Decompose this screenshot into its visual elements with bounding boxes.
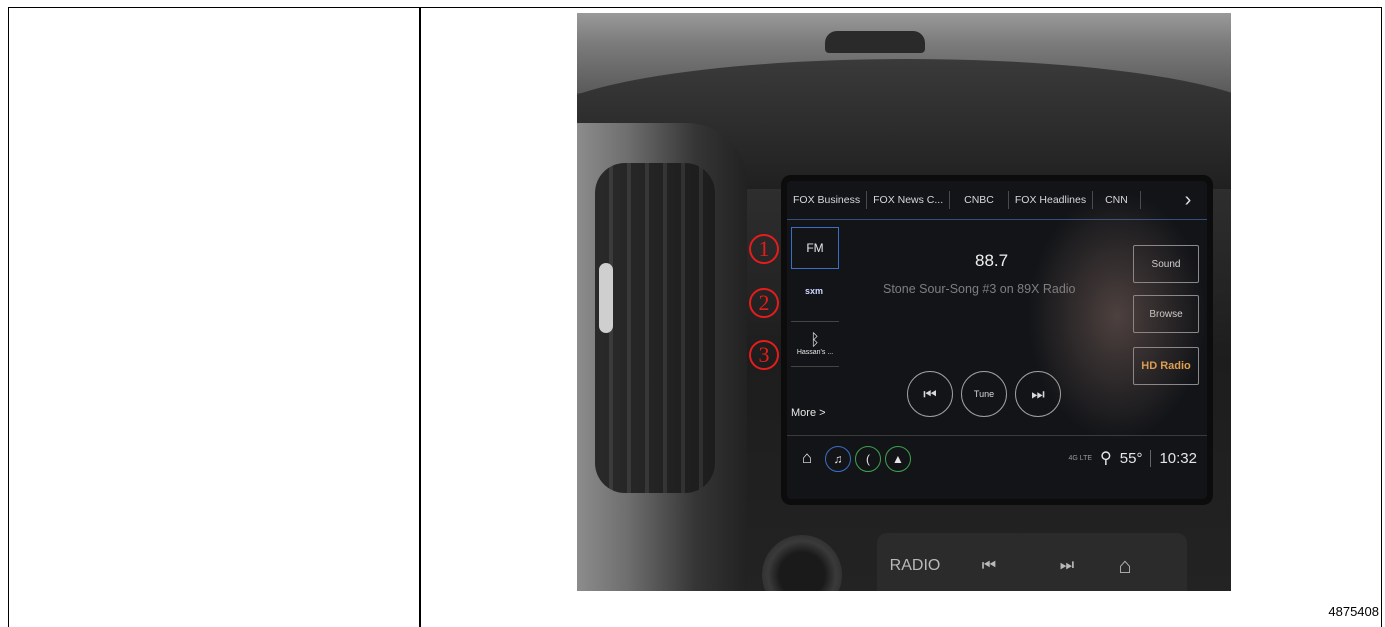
- temperature-display: 55°: [1119, 449, 1143, 467]
- dash-sensor: [825, 31, 925, 53]
- hd-radio-button[interactable]: HD Radio: [1133, 347, 1199, 385]
- navigation-icon[interactable]: ▲: [885, 446, 911, 472]
- tab-fox-headlines[interactable]: FOX Headlines: [1009, 191, 1094, 209]
- tab-cnbc[interactable]: CNBC: [950, 191, 1009, 209]
- seek-forward-physical-icon: ⏭: [1059, 557, 1075, 574]
- tab-fox-news[interactable]: FOX News C...: [867, 191, 951, 209]
- infotainment-photo: RADIO ⏮ ⏭ ⌂ FOX Business FOX News C... C…: [577, 13, 1231, 591]
- column-divider: [419, 7, 421, 627]
- source-bluetooth-button[interactable]: ᛒ Hassan's ...: [791, 321, 839, 367]
- more-sources-button[interactable]: More >: [791, 403, 839, 423]
- volume-knob: [762, 535, 842, 591]
- sxm-label: sxm: [804, 286, 823, 296]
- vent-handle: [599, 263, 613, 333]
- bluetooth-device-label: Hassan's ...: [796, 348, 834, 356]
- phone-icon[interactable]: (: [855, 446, 881, 472]
- air-vent: [595, 163, 715, 493]
- browse-button[interactable]: Browse: [1133, 295, 1199, 333]
- annotation-2: 2: [749, 288, 779, 318]
- home-physical-icon: ⌂: [1118, 553, 1132, 578]
- station-tabs: FOX Business FOX News C... CNBC FOX Head…: [787, 181, 1207, 220]
- tab-cnn[interactable]: CNN: [1093, 191, 1141, 209]
- network-indicator: 4G LTE: [1068, 454, 1093, 462]
- bluetooth-icon: ᛒ: [810, 331, 820, 349]
- location-icon: ⚲: [1100, 450, 1112, 467]
- next-track-icon[interactable]: ⏭: [1015, 371, 1061, 417]
- seek-back-physical-icon: ⏮: [981, 557, 997, 574]
- frequency-display: 88.7: [975, 251, 1009, 270]
- now-playing-text: Stone Sour-Song #3 on 89X Radio: [883, 282, 1076, 296]
- tab-fox-business[interactable]: FOX Business: [787, 191, 868, 209]
- radio-physical-button: RADIO: [889, 557, 941, 574]
- status-bar: 4G LTE ⚲ 55° 10:32: [1068, 448, 1197, 468]
- chevron-right-icon[interactable]: ›: [1175, 187, 1201, 213]
- infotainment-screen: FOX Business FOX News C... CNBC FOX Head…: [787, 181, 1207, 499]
- figure-id: 4875408: [1328, 604, 1379, 619]
- sound-button[interactable]: Sound: [1133, 245, 1199, 283]
- music-icon[interactable]: ♫: [825, 446, 851, 472]
- source-sxm-button[interactable]: sxm: [791, 271, 837, 311]
- source-fm-button[interactable]: FM: [791, 227, 839, 269]
- previous-track-icon[interactable]: ⏮: [907, 371, 953, 417]
- tune-button[interactable]: Tune: [961, 371, 1007, 417]
- annotation-1: 1: [749, 234, 779, 264]
- home-icon[interactable]: ⌂: [795, 446, 819, 470]
- annotation-3: 3: [749, 340, 779, 370]
- clock-display: 10:32: [1150, 449, 1197, 467]
- bottom-dock: ⌂ ♫ ( ▲ 4G LTE ⚲ 55° 10:32: [787, 435, 1207, 480]
